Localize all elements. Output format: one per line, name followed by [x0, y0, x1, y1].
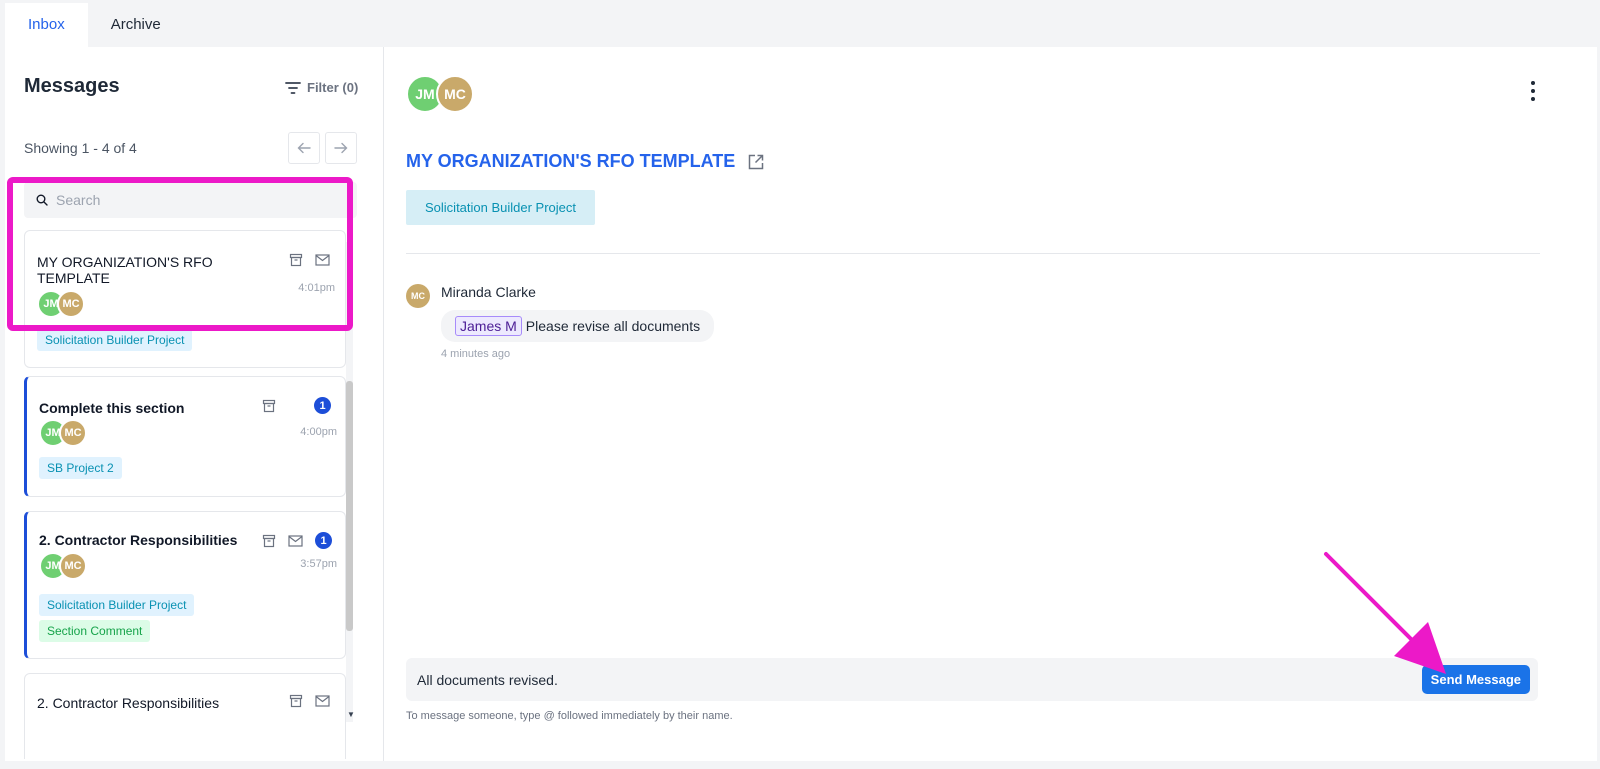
participant-avatars: JM MC: [37, 290, 85, 318]
search-input[interactable]: [56, 192, 336, 208]
avatar: MC: [436, 75, 474, 113]
messages-panel: Messages Filter (0) Showing 1 - 4 of 4 M…: [5, 47, 1597, 761]
tab-bar: Inbox Archive: [5, 3, 184, 47]
archive-icon[interactable]: [289, 694, 303, 708]
avatar: MC: [406, 284, 430, 308]
prev-page-button[interactable]: [288, 132, 320, 164]
archive-icon[interactable]: [262, 534, 276, 548]
filter-button[interactable]: Filter (0): [285, 80, 358, 95]
message-text: Please revise all documents: [525, 318, 701, 334]
conversation-project-tag: Solicitation Builder Project: [406, 190, 596, 225]
section-comment-tag: Section Comment: [39, 620, 151, 642]
message-list-sidebar: Messages Filter (0) Showing 1 - 4 of 4 M…: [5, 47, 384, 761]
list-item-actions: 1: [262, 397, 331, 414]
avatar: MC: [59, 552, 87, 580]
unread-badge: 1: [314, 397, 331, 414]
avatar: MC: [59, 419, 87, 447]
participant-avatars: JM MC: [39, 552, 87, 580]
list-item-time: 3:57pm: [300, 558, 337, 570]
project-tag: Solicitation Builder Project: [39, 594, 195, 616]
participant-avatars: JM MC: [39, 419, 87, 447]
search-box: [24, 182, 357, 218]
composer-hint: To message someone, type @ followed imme…: [406, 710, 733, 722]
filter-icon: [285, 81, 301, 94]
more-vertical-icon: [1531, 81, 1535, 85]
sidebar-title: Messages: [24, 75, 120, 97]
mention-tag[interactable]: James M: [455, 316, 522, 336]
list-item-actions: [289, 253, 330, 267]
divider: [406, 253, 1540, 254]
list-item-contractor-responsibilities[interactable]: 2. Contractor Responsibilities 1 3:57pm …: [24, 511, 346, 659]
list-item-title: 2. Contractor Responsibilities: [39, 532, 238, 548]
list-item-actions: 1: [262, 532, 332, 549]
list-item-title: Complete this section: [39, 400, 185, 416]
tab-inbox[interactable]: Inbox: [5, 3, 88, 47]
pagination-summary: Showing 1 - 4 of 4: [24, 140, 137, 156]
list-item-contractor-responsibilities-2[interactable]: 2. Contractor Responsibilities: [24, 673, 346, 759]
message-bubble: James M Please revise all documents: [441, 310, 715, 342]
more-options-button[interactable]: [1531, 81, 1535, 101]
next-page-button[interactable]: [325, 132, 357, 164]
conversation-title: MY ORGANIZATION'S RFO TEMPLATE: [406, 151, 736, 171]
conversation-list: MY ORGANIZATION'S RFO TEMPLATE 4:01pm JM…: [5, 222, 384, 759]
envelope-icon[interactable]: [315, 254, 330, 266]
list-item-rfo-template[interactable]: MY ORGANIZATION'S RFO TEMPLATE 4:01pm JM…: [24, 230, 346, 368]
arrow-right-icon: [334, 142, 348, 154]
tab-archive[interactable]: Archive: [88, 3, 184, 47]
list-item-title: 2. Contractor Responsibilities: [37, 695, 220, 711]
list-item-title: MY ORGANIZATION'S RFO TEMPLATE: [37, 254, 213, 286]
message-timestamp: 4 minutes ago: [441, 348, 511, 360]
external-link-icon[interactable]: [747, 153, 765, 171]
envelope-icon[interactable]: [288, 534, 303, 547]
project-tag: Solicitation Builder Project: [37, 329, 193, 351]
message-composer: Send Message: [406, 658, 1538, 701]
search-icon: [36, 194, 48, 206]
arrow-left-icon: [297, 142, 311, 154]
project-tag: SB Project 2: [39, 457, 122, 479]
conversation-participants: JM MC: [406, 75, 474, 113]
conversation-title-link[interactable]: MY ORGANIZATION'S RFO TEMPLATE: [406, 151, 765, 172]
list-item-time: 4:01pm: [298, 282, 335, 294]
message-author: Miranda Clarke: [441, 284, 536, 300]
list-scrollbar-thumb[interactable]: [346, 381, 353, 631]
avatar: MC: [57, 290, 85, 318]
send-message-button[interactable]: Send Message: [1421, 665, 1530, 694]
list-item-time: 4:00pm: [300, 426, 337, 438]
unread-badge: 1: [315, 532, 332, 549]
filter-label: Filter (0): [307, 80, 359, 95]
envelope-icon[interactable]: [315, 695, 330, 707]
message-input[interactable]: [417, 658, 1407, 701]
list-item-actions: [289, 694, 330, 708]
archive-icon[interactable]: [289, 253, 303, 267]
conversation-pane: JM MC MY ORGANIZATION'S RFO TEMPLATE Sol…: [385, 47, 1597, 761]
list-item-complete-section[interactable]: Complete this section 1 4:00pm JM MC SB …: [24, 376, 346, 497]
scroll-down-arrow[interactable]: ▼: [347, 710, 355, 719]
archive-icon[interactable]: [262, 399, 276, 413]
